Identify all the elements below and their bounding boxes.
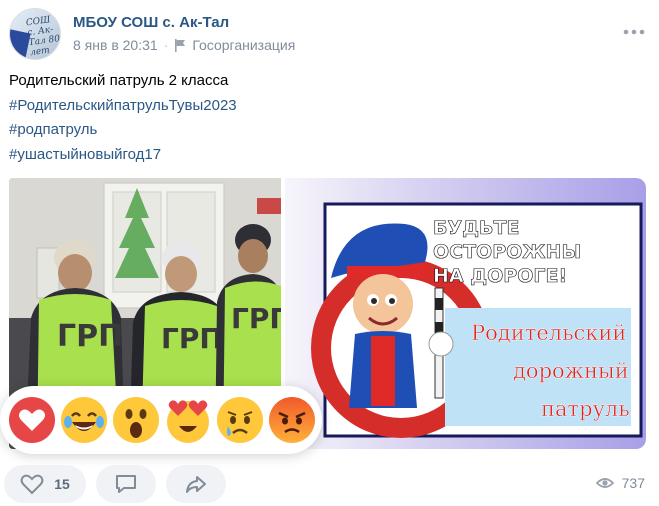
poster-heading-line1: БУДЬТЕ xyxy=(433,217,519,239)
author-name[interactable]: МБОУ СОШ с. Ак-Тал xyxy=(73,14,229,31)
share-icon xyxy=(186,476,206,493)
more-options-icon[interactable] xyxy=(623,28,645,36)
like-button[interactable]: 15 xyxy=(4,465,86,503)
post-category: Госорганизация xyxy=(192,37,296,53)
vest-text: ГРП xyxy=(57,319,123,354)
laughing-crying-reaction-icon[interactable] xyxy=(60,396,108,444)
vest-text: ГРП xyxy=(161,322,223,355)
crying-reaction-icon[interactable] xyxy=(216,396,264,444)
avatar-text: СОШ с. Ак-Тал 80 лет xyxy=(25,15,61,59)
post-date[interactable]: 8 янв в 20:31 xyxy=(73,37,158,53)
poster-heading-line2: ОСТОРОЖНЫ xyxy=(433,241,581,263)
photo-road-patrol-poster[interactable]: БУДЬТЕ ОСТОРОЖНЫ НА ДОРОГЕ! Родительский… xyxy=(285,178,646,449)
comment-button[interactable] xyxy=(96,465,156,503)
post-title: Родительский патруль 2 класса xyxy=(9,72,229,89)
hashtag-link[interactable]: #ушастыйновыйгод17 xyxy=(9,143,237,168)
poster-caption-line1: Родительский xyxy=(471,321,626,345)
poster-heading-line3: НА ДОРОГЕ! xyxy=(433,265,567,287)
angry-reaction-icon[interactable] xyxy=(268,396,316,444)
meta-separator: · xyxy=(163,37,169,53)
heart-reaction-icon[interactable] xyxy=(8,396,56,444)
hashtag-link[interactable]: #РодительскийпатрульТувы2023 xyxy=(9,94,237,119)
like-count: 15 xyxy=(54,476,70,492)
views-counter: 737 xyxy=(595,475,645,491)
flag-icon xyxy=(175,38,186,52)
post-meta: 8 янв в 20:31 · Госорганизация xyxy=(73,37,295,53)
hashtag-link[interactable]: #родпатруль xyxy=(9,118,237,143)
poster-caption-line3: патруль xyxy=(541,397,630,421)
avatar[interactable]: СОШ с. Ак-Тал 80 лет xyxy=(9,8,61,60)
poster-caption-line2: дорожный xyxy=(513,359,629,383)
vest-text: ГРП xyxy=(231,302,281,335)
eye-icon xyxy=(595,478,614,488)
post-actions: 15 737 xyxy=(0,462,659,506)
astonished-reaction-icon[interactable] xyxy=(112,396,160,444)
reactions-picker xyxy=(0,386,322,454)
share-button[interactable] xyxy=(166,465,226,503)
post-text: Родительский патруль 2 класса #Родительс… xyxy=(9,69,237,167)
poster-scene: БУДЬТЕ ОСТОРОЖНЫ НА ДОРОГЕ! Родительский… xyxy=(311,202,643,438)
heart-outline-icon xyxy=(20,474,44,495)
comment-icon xyxy=(116,475,136,493)
views-count: 737 xyxy=(621,475,645,491)
heart-eyes-reaction-icon[interactable] xyxy=(164,396,212,444)
